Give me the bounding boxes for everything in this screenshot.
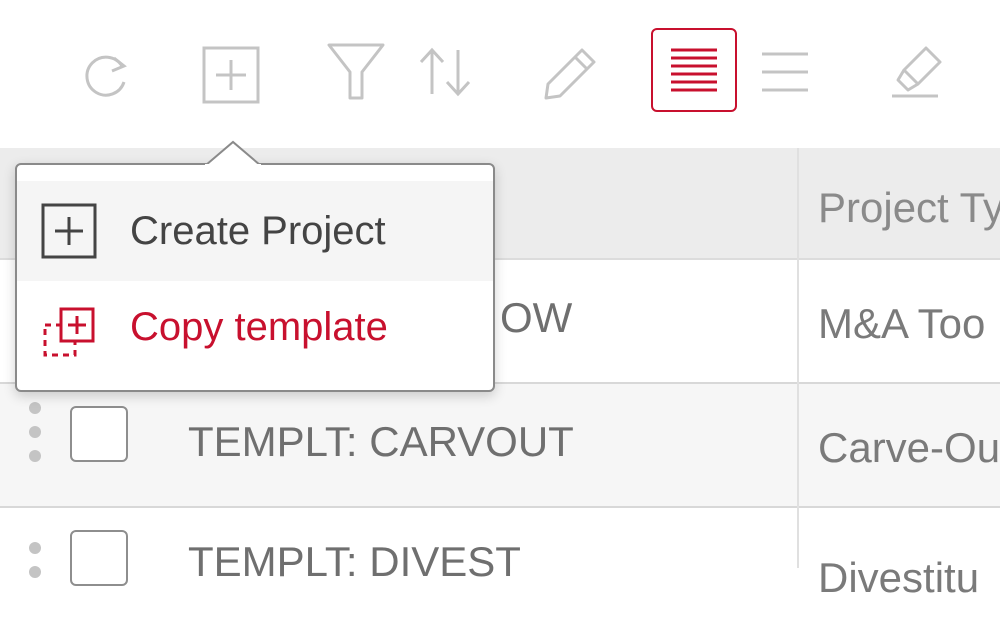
column-divider (797, 148, 799, 568)
create-project-menu-item[interactable]: Create Project (17, 181, 493, 281)
table-row[interactable]: TEMPLT: CARVOUT Carve-Ou (0, 384, 1000, 508)
project-name[interactable]: TEMPLT: CARVOUT (188, 418, 574, 466)
add-square-icon (41, 203, 99, 266)
copy-template-icon (41, 305, 99, 368)
project-type: M&A Too (818, 300, 986, 347)
drag-handle-icon[interactable] (29, 402, 41, 462)
list-view-button[interactable] (651, 28, 737, 112)
filter-icon[interactable] (326, 42, 386, 102)
project-type: Carve-Ou (818, 424, 1000, 471)
add-icon[interactable] (202, 46, 260, 104)
refresh-icon[interactable] (82, 48, 132, 100)
project-name[interactable]: OW (500, 294, 572, 342)
edit-icon[interactable] (542, 46, 598, 100)
menu-label: Copy template (130, 305, 388, 349)
drag-handle-icon[interactable] (29, 526, 41, 586)
column-header-project-type[interactable]: Project Ty (818, 184, 1000, 232)
row-checkbox[interactable] (70, 530, 128, 586)
add-menu-popover: Create Project Copy template (15, 163, 495, 392)
project-type: Divestitu (818, 554, 980, 601)
project-name[interactable]: TEMPLT: DIVEST (188, 538, 521, 586)
menu-label: Create Project (130, 209, 386, 253)
copy-template-menu-item[interactable]: Copy template (17, 281, 493, 381)
list-view-icon (671, 48, 717, 92)
sort-icon[interactable] (418, 46, 474, 98)
row-checkbox[interactable] (70, 406, 128, 462)
compact-view-icon[interactable] (760, 50, 810, 96)
toolbar (0, 0, 1000, 148)
highlighter-icon[interactable] (888, 44, 944, 100)
table-row[interactable]: TEMPLT: DIVEST Divestitu (0, 508, 1000, 632)
